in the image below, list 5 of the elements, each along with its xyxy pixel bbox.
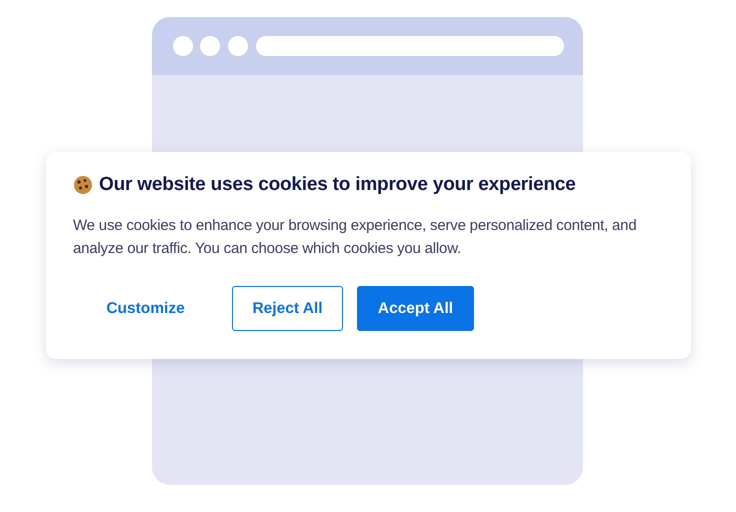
customize-link[interactable]: Customize <box>73 286 218 331</box>
banner-message: We use cookies to enhance your browsing experience, serve personalized content, and analyze our traffic. You can choose which cookies you allow. <box>73 216 638 259</box>
banner-title: Our website uses cookies to improve your experience <box>99 174 576 196</box>
reject-button[interactable]: Reject All <box>232 286 343 331</box>
accept-button[interactable]: Accept All <box>357 286 474 331</box>
